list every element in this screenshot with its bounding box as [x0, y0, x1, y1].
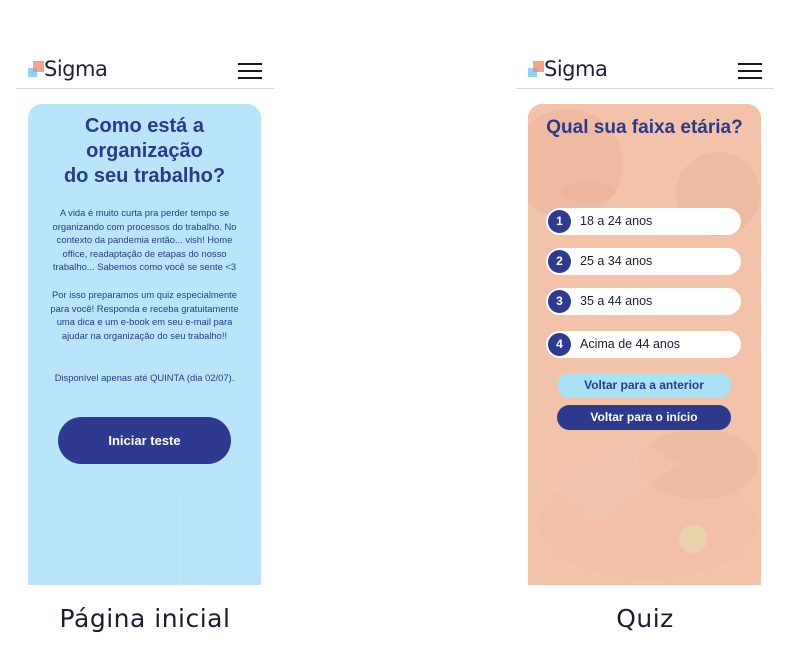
option-label: Acima de 44 anos [580, 337, 681, 351]
logo-squares-icon [528, 61, 545, 79]
decorative-seam [180, 494, 181, 585]
title-line-3: do seu trabalho? [63, 165, 226, 187]
quiz-question: Qual sua faixa etária? [546, 117, 743, 138]
answer-option-2[interactable]: 2 25 a 34 anos [546, 248, 741, 275]
option-label: 18 a 24 anos [580, 214, 653, 228]
page-title: Como está a organização do seu trabalho? [28, 114, 261, 189]
header: Sigma [16, 56, 274, 89]
quiz-caption: Quiz [616, 604, 674, 633]
intro-paragraph-1: A vida é muito curta pra perder tempo se… [52, 207, 237, 273]
answer-option-3[interactable]: 3 35 a 44 anos [546, 288, 741, 315]
option-label: 35 a 44 anos [580, 294, 653, 308]
logo-text: Sigma [44, 57, 108, 81]
answer-option-4[interactable]: 4 Acima de 44 anos [546, 331, 741, 358]
option-number-badge: 1 [548, 210, 571, 233]
intro-paragraph-2: Por isso preparamos um quiz especialment… [50, 289, 239, 341]
quiz-screen-mockup: Sigma Qual sua faixa etária? 1 18 a 24 a… [516, 0, 774, 667]
home-caption: Página inicial [59, 604, 231, 633]
start-quiz-button[interactable]: Iniciar teste [58, 417, 231, 464]
option-label: 25 a 34 anos [580, 254, 653, 268]
hamburger-menu-icon[interactable] [738, 61, 762, 81]
home-screen-mockup: Sigma Como está a organização do seu tra… [16, 0, 274, 667]
answer-option-1[interactable]: 1 18 a 24 anos [546, 208, 741, 235]
logo-text: Sigma [544, 57, 608, 81]
option-number-badge: 2 [548, 250, 571, 273]
quiz-card: Qual sua faixa etária? 1 18 a 24 anos 2 … [528, 104, 761, 585]
title-line-2: organização [86, 140, 203, 162]
back-to-start-button[interactable]: Voltar para o início [557, 405, 731, 430]
header: Sigma [516, 56, 774, 89]
hamburger-menu-icon[interactable] [238, 61, 262, 81]
availability-notice: Disponível apenas até QUINTA (dia 02/07)… [54, 372, 235, 383]
intro-card: Como está a organização do seu trabalho?… [28, 104, 261, 585]
option-number-badge: 4 [548, 333, 571, 356]
back-to-previous-button[interactable]: Voltar para a anterior [557, 373, 731, 398]
logo-squares-icon [28, 61, 45, 79]
title-line-1: Como está a [85, 115, 204, 137]
option-number-badge: 3 [548, 290, 571, 313]
